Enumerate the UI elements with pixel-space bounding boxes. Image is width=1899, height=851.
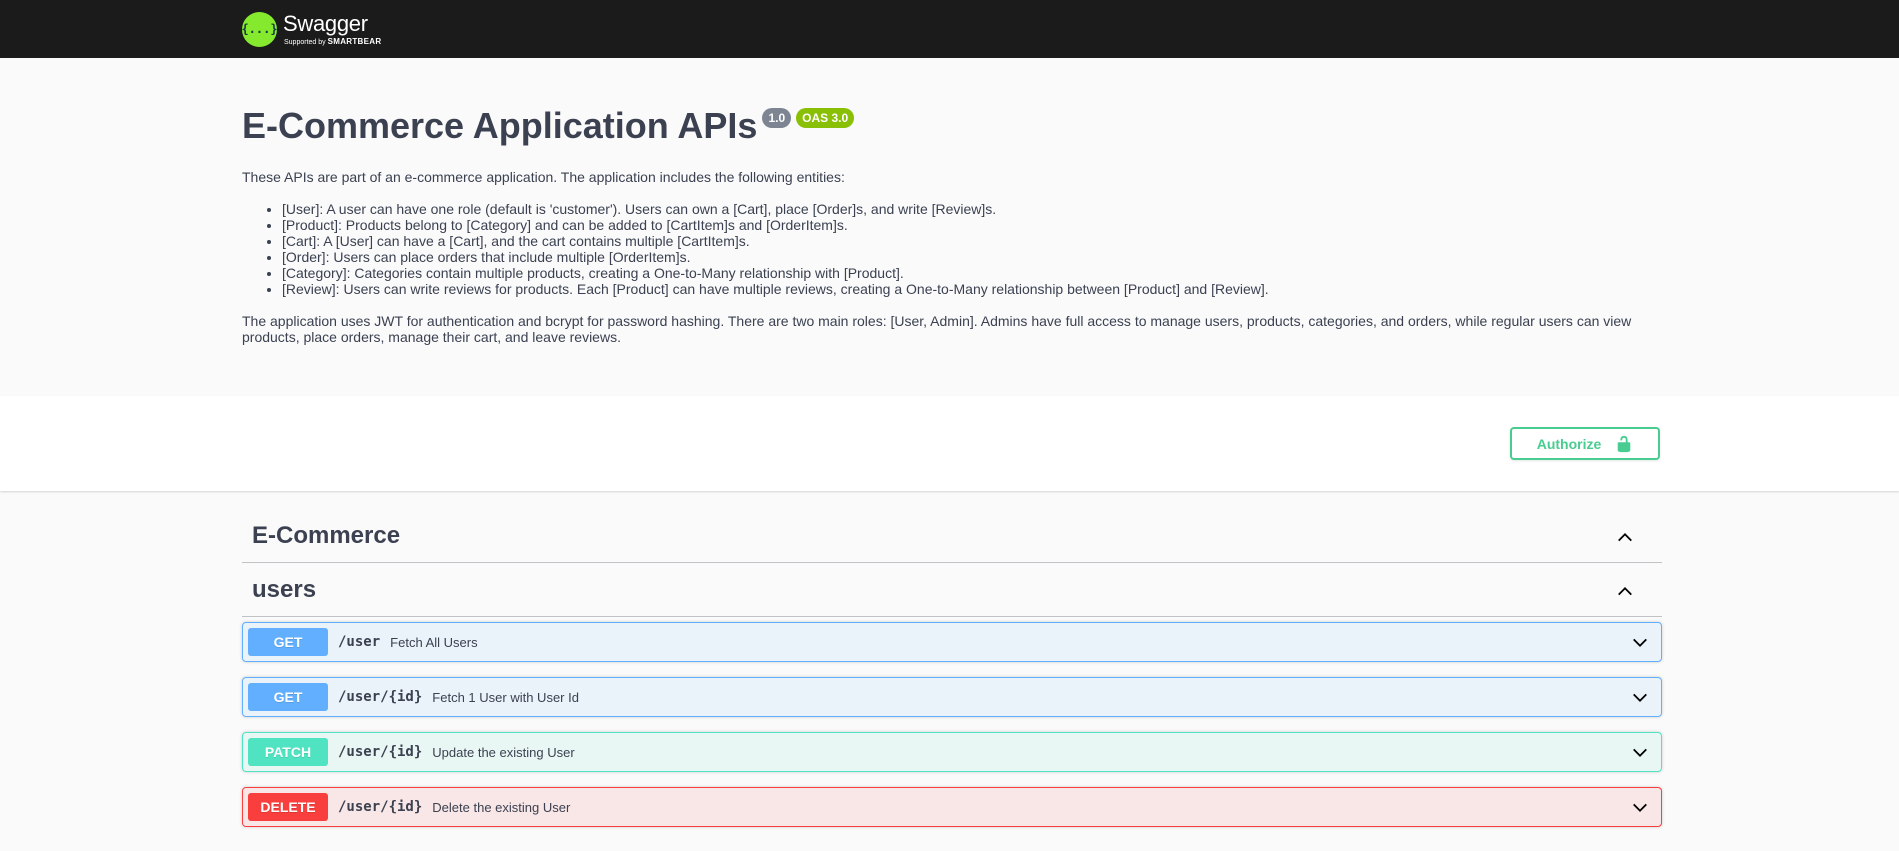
- operation-summary: Delete the existing User: [432, 799, 571, 815]
- description-intro: These APIs are part of an e-commerce app…: [242, 169, 845, 185]
- method-badge: PATCH: [248, 738, 328, 766]
- tag-title: users: [252, 575, 317, 603]
- list-item: [Category]: Categories contain multiple …: [282, 265, 1662, 281]
- api-title: E-Commerce Application APIs: [242, 105, 758, 146]
- entity-list: [User]: A user can have one role (defaul…: [242, 201, 1662, 297]
- topbar: {...} Swagger Supported by SMARTBEAR: [0, 0, 1899, 58]
- operation-get-user-by-id[interactable]: GET /user/{id} Fetch 1 User with User Id: [242, 677, 1662, 717]
- chevron-up-icon[interactable]: [1616, 582, 1634, 600]
- operation-summary: Fetch All Users: [390, 634, 478, 650]
- api-description: These APIs are part of an e-commerce app…: [242, 169, 1662, 345]
- authorize-label: Authorize: [1536, 435, 1602, 452]
- chevron-up-icon[interactable]: [1616, 528, 1634, 546]
- list-item: [Review]: Users can write reviews for pr…: [282, 281, 1662, 297]
- chevron-down-icon[interactable]: [1631, 744, 1649, 762]
- oas-badge: OAS 3.0: [796, 108, 855, 128]
- swagger-logo-icon: {...}: [241, 11, 278, 47]
- operation-delete-user[interactable]: DELETE /user/{id} Delete the existing Us…: [242, 787, 1662, 827]
- method-badge: GET: [248, 628, 328, 656]
- title-row: E-Commerce Application APIs 1.0 OAS 3.0: [242, 105, 855, 146]
- swagger-logo-link[interactable]: {...} Swagger Supported by SMARTBEAR: [241, 9, 382, 49]
- tag-users[interactable]: users: [242, 563, 1662, 617]
- chevron-down-icon[interactable]: [1631, 634, 1649, 652]
- api-info-section: E-Commerce Application APIs 1.0 OAS 3.0 …: [0, 58, 1899, 396]
- operation-path: /user/{id}: [338, 689, 423, 705]
- operation-path: /user/{id}: [338, 799, 423, 815]
- operation-get-user[interactable]: GET /user Fetch All Users: [242, 622, 1662, 662]
- method-badge: GET: [248, 683, 328, 711]
- operation-summary: Fetch 1 User with User Id: [432, 689, 579, 705]
- tag-title: E-Commerce: [252, 521, 401, 549]
- list-item: [Product]: Products belong to [Category]…: [282, 217, 1662, 233]
- list-item: [Order]: Users can place orders that inc…: [282, 249, 1662, 265]
- logo-text: Swagger Supported by SMARTBEAR: [283, 10, 382, 46]
- authorize-button[interactable]: Authorize: [1510, 427, 1660, 460]
- logo-subtitle: Supported by SMARTBEAR: [284, 36, 382, 46]
- method-badge: DELETE: [248, 793, 328, 821]
- description-footer: The application uses JWT for authenticat…: [242, 313, 1632, 345]
- list-item: [Cart]: A [User] can have a [Cart], and …: [282, 233, 1662, 249]
- operation-patch-user[interactable]: PATCH /user/{id} Update the existing Use…: [242, 732, 1662, 772]
- operation-summary: Update the existing User: [432, 744, 575, 760]
- chevron-down-icon[interactable]: [1631, 799, 1649, 817]
- unlocked-icon: [1617, 435, 1631, 452]
- version-badge: 1.0: [762, 108, 792, 128]
- scheme-container: Authorize: [0, 396, 1899, 491]
- list-item: [User]: A user can have one role (defaul…: [282, 201, 1662, 217]
- operation-path: /user: [338, 634, 381, 650]
- chevron-down-icon[interactable]: [1631, 689, 1649, 707]
- operation-path: /user/{id}: [338, 744, 423, 760]
- tag-ecommerce[interactable]: E-Commerce: [242, 509, 1662, 563]
- logo-name: Swagger: [283, 10, 368, 36]
